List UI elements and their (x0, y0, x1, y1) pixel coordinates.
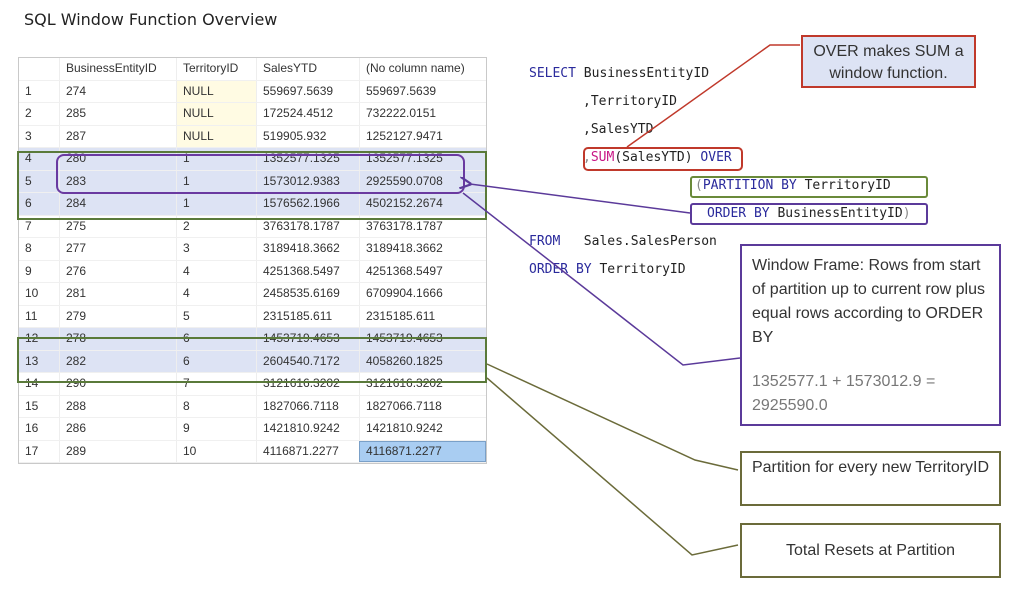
results-grid[interactable]: BusinessEntityID TerritoryID SalesYTD (N… (18, 57, 487, 464)
partition-6-box (17, 337, 487, 383)
header-rownum (19, 58, 59, 80)
sql-keyword: ORDER BY (529, 262, 592, 277)
window-frame-text: Window Frame: Rows from start of partiti… (752, 257, 986, 346)
cell-sales-ytd[interactable]: 519905.932 (256, 125, 359, 147)
cell-rownum[interactable]: 8 (19, 238, 59, 260)
cell-territory-id[interactable]: 4 (176, 260, 256, 282)
reset-callout: Total Resets at Partition (740, 523, 1001, 578)
cell-sales-ytd[interactable]: 2458535.6169 (256, 283, 359, 305)
cell-business-entity-id[interactable]: 281 (59, 283, 176, 305)
cell-business-entity-id[interactable]: 288 (59, 395, 176, 417)
cell-running-total[interactable]: 4251368.5497 (359, 260, 486, 282)
cell-business-entity-id[interactable]: 286 (59, 418, 176, 440)
header-territory-id[interactable]: TerritoryID (176, 58, 256, 80)
table-row[interactable]: 8 277 3 3189418.3662 3189418.3662 (19, 238, 486, 261)
cell-business-entity-id[interactable]: 287 (59, 125, 176, 147)
cell-running-total[interactable]: 1421810.9242 (359, 418, 486, 440)
cell-sales-ytd[interactable]: 172524.4512 (256, 103, 359, 125)
sql-select-line: SELECT BusinessEntityID (529, 66, 709, 81)
page-title: SQL Window Function Overview (24, 10, 278, 29)
sql-table: Sales.SalesPerson (583, 234, 717, 249)
sql-column: TerritoryID (591, 262, 686, 277)
sql-column-line: ,SalesYTD (583, 122, 654, 137)
cell-sales-ytd[interactable]: 2315185.611 (256, 305, 359, 327)
cell-sales-ytd[interactable]: 559697.5639 (256, 80, 359, 102)
order-by-connector (470, 184, 691, 214)
header-running-total[interactable]: (No column name) (359, 58, 486, 80)
cell-business-entity-id[interactable]: 285 (59, 103, 176, 125)
cell-sales-ytd[interactable]: 1827066.7118 (256, 395, 359, 417)
partition-callout: Partition for every new TerritoryID (740, 451, 1001, 506)
header-business-entity-id[interactable]: BusinessEntityID (59, 58, 176, 80)
order-by-highlight (690, 203, 928, 225)
cell-territory-id[interactable]: 8 (176, 395, 256, 417)
cell-territory-id[interactable]: 3 (176, 238, 256, 260)
partition-highlight (690, 176, 928, 198)
cell-rownum[interactable]: 10 (19, 283, 59, 305)
sql-column: BusinessEntityID (583, 66, 710, 81)
cell-running-total[interactable]: 1252127.9471 (359, 125, 486, 147)
sql-orderby-line: ORDER BY TerritoryID (529, 262, 686, 277)
partition-connector (486, 363, 739, 471)
cell-business-entity-id[interactable]: 289 (59, 440, 176, 462)
window-frame-calculation: 1352577.1 + 1573012.9 = 2925590.0 (752, 373, 936, 414)
table-row[interactable]: 15 288 8 1827066.7118 1827066.7118 (19, 395, 486, 418)
cell-running-total[interactable]: 559697.5639 (359, 80, 486, 102)
cell-territory-id[interactable]: 4 (176, 283, 256, 305)
cell-territory-id[interactable]: NULL (176, 80, 256, 102)
sum-over-highlight (583, 147, 743, 171)
cell-rownum[interactable]: 1 (19, 81, 59, 103)
table-row[interactable]: 9 276 4 4251368.5497 4251368.5497 (19, 260, 486, 283)
cell-territory-id[interactable]: 10 (176, 440, 256, 462)
cell-rownum[interactable]: 17 (19, 441, 59, 463)
cell-running-total[interactable]: 6709904.1666 (359, 283, 486, 305)
cell-sales-ytd[interactable]: 1421810.9242 (256, 418, 359, 440)
table-row[interactable]: 10 281 4 2458535.6169 6709904.1666 (19, 283, 486, 306)
cell-business-entity-id[interactable]: 276 (59, 260, 176, 282)
cell-business-entity-id[interactable]: 277 (59, 238, 176, 260)
cell-territory-id[interactable]: NULL (176, 103, 256, 125)
grid-header-row: BusinessEntityID TerritoryID SalesYTD (N… (19, 58, 486, 81)
window-frame-callout: Window Frame: Rows from start of partiti… (740, 244, 1001, 426)
cell-rownum[interactable]: 11 (19, 306, 59, 328)
cell-rownum[interactable]: 9 (19, 261, 59, 283)
table-row[interactable]: 2 285 NULL 172524.4512 732222.0151 (19, 103, 486, 126)
cell-territory-id[interactable]: NULL (176, 125, 256, 147)
cell-running-total[interactable]: 4116871.2277 (359, 440, 486, 462)
cell-running-total[interactable]: 3189418.3662 (359, 238, 486, 260)
table-row[interactable]: 16 286 9 1421810.9242 1421810.9242 (19, 418, 486, 441)
cell-rownum[interactable]: 16 (19, 418, 59, 440)
cell-rownum[interactable]: 15 (19, 396, 59, 418)
cell-sales-ytd[interactable]: 4116871.2277 (256, 440, 359, 462)
cell-running-total[interactable]: 2315185.611 (359, 305, 486, 327)
table-row[interactable]: 1 274 NULL 559697.5639 559697.5639 (19, 80, 486, 103)
sql-keyword: FROM (529, 234, 561, 249)
cell-sales-ytd[interactable]: 3189418.3662 (256, 238, 359, 260)
sql-from-line: FROM Sales.SalesPerson (529, 234, 717, 249)
cell-rownum[interactable]: 2 (19, 103, 59, 125)
table-row[interactable]: 3 287 NULL 519905.932 1252127.9471 (19, 125, 486, 148)
over-callout: OVER makes SUM a window function. (801, 35, 976, 88)
cell-business-entity-id[interactable]: 279 (59, 305, 176, 327)
cell-rownum[interactable]: 3 (19, 126, 59, 148)
table-row[interactable]: 17 289 10 4116871.2277 4116871.2277 (19, 440, 486, 463)
cell-sales-ytd[interactable]: 4251368.5497 (256, 260, 359, 282)
sql-keyword: SELECT (529, 66, 576, 81)
window-frame-box (56, 154, 465, 194)
cell-territory-id[interactable]: 9 (176, 418, 256, 440)
table-row[interactable]: 11 279 5 2315185.611 2315185.611 (19, 305, 486, 328)
sql-column-line: ,TerritoryID (583, 94, 677, 109)
cell-running-total[interactable]: 732222.0151 (359, 103, 486, 125)
reset-connector (486, 377, 739, 556)
cell-running-total[interactable]: 1827066.7118 (359, 395, 486, 417)
cell-business-entity-id[interactable]: 274 (59, 80, 176, 102)
header-sales-ytd[interactable]: SalesYTD (256, 58, 359, 80)
cell-territory-id[interactable]: 5 (176, 305, 256, 327)
